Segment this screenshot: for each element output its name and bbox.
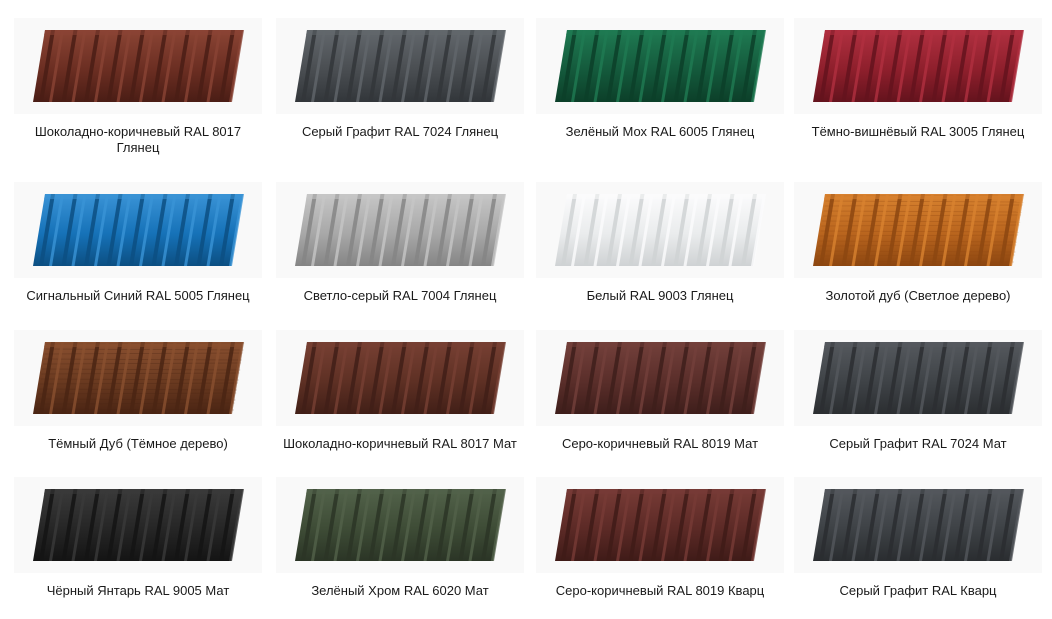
product-card[interactable]: Серо-коричневый RAL 8019 Кварц bbox=[536, 477, 784, 599]
product-card[interactable]: Тёмный Дуб (Тёмное дерево) bbox=[14, 330, 262, 452]
product-card[interactable]: Чёрный Янтарь RAL 9005 Мат bbox=[14, 477, 262, 599]
profile-sheet-image bbox=[33, 194, 244, 266]
product-caption: Сигнальный Синий RAL 5005 Глянец bbox=[26, 288, 250, 303]
profile-sheet-image bbox=[295, 342, 506, 414]
product-thumbnail[interactable] bbox=[276, 330, 524, 426]
product-card[interactable]: Зелёный Мох RAL 6005 Глянец bbox=[536, 18, 784, 140]
product-thumbnail[interactable] bbox=[794, 182, 1042, 278]
product-caption: Чёрный Янтарь RAL 9005 Мат bbox=[46, 583, 230, 598]
profile-sheet-image bbox=[813, 194, 1025, 266]
profile-sheet-image bbox=[813, 342, 1024, 414]
product-thumbnail[interactable] bbox=[536, 182, 784, 278]
product-thumbnail[interactable] bbox=[794, 477, 1042, 573]
profile-sheet-image bbox=[33, 30, 244, 102]
product-thumbnail[interactable] bbox=[276, 18, 524, 114]
product-card[interactable]: Зелёный Хром RAL 6020 Мат bbox=[276, 477, 524, 599]
product-caption: Серо-коричневый RAL 8019 Кварц bbox=[555, 583, 765, 598]
product-thumbnail[interactable] bbox=[536, 477, 784, 573]
profile-sheet-image bbox=[813, 30, 1024, 102]
product-card[interactable]: Тёмно-вишнёвый RAL 3005 Глянец bbox=[794, 18, 1042, 140]
product-caption: Серо-коричневый RAL 8019 Мат bbox=[561, 436, 759, 451]
product-caption: Серый Графит RAL Кварц bbox=[839, 583, 997, 598]
product-card[interactable]: Серый Графит RAL Кварц bbox=[794, 477, 1042, 599]
product-caption: Тёмно-вишнёвый RAL 3005 Глянец bbox=[811, 124, 1025, 139]
product-card[interactable]: Сигнальный Синий RAL 5005 Глянец bbox=[14, 182, 262, 304]
product-card[interactable]: Серо-коричневый RAL 8019 Мат bbox=[536, 330, 784, 452]
product-caption: Светло-серый RAL 7004 Глянец bbox=[303, 288, 497, 303]
product-grid: Шоколадно-коричневый RAL 8017 Глянец Серы… bbox=[0, 0, 1052, 619]
product-thumbnail[interactable] bbox=[14, 477, 262, 573]
profile-sheet-image bbox=[33, 489, 244, 561]
product-caption: Тёмный Дуб (Тёмное дерево) bbox=[48, 436, 228, 451]
product-caption: Зелёный Мох RAL 6005 Глянец bbox=[565, 124, 755, 139]
product-thumbnail[interactable] bbox=[14, 182, 262, 278]
product-card[interactable]: Серый Графит RAL 7024 Мат bbox=[794, 330, 1042, 452]
product-thumbnail[interactable] bbox=[14, 330, 262, 426]
profile-sheet-image bbox=[555, 194, 766, 266]
product-card[interactable]: Шоколадно-коричневый RAL 8017 Глянец bbox=[14, 18, 262, 156]
product-thumbnail[interactable] bbox=[276, 182, 524, 278]
product-thumbnail[interactable] bbox=[794, 330, 1042, 426]
product-caption: Шоколадно-коричневый RAL 8017 Глянец bbox=[34, 124, 242, 155]
profile-sheet-image bbox=[813, 489, 1024, 561]
product-card[interactable]: Шоколадно-коричневый RAL 8017 Мат bbox=[276, 330, 524, 452]
product-caption: Зелёный Хром RAL 6020 Мат bbox=[311, 583, 489, 598]
product-caption: Шоколадно-коричневый RAL 8017 Мат bbox=[283, 436, 517, 451]
product-caption: Белый RAL 9003 Глянец bbox=[586, 288, 734, 303]
product-caption: Серый Графит RAL 7024 Глянец bbox=[301, 124, 499, 139]
product-caption: Серый Графит RAL 7024 Мат bbox=[829, 436, 1007, 451]
product-card[interactable]: Золотой дуб (Светлое дерево) bbox=[794, 182, 1042, 304]
profile-sheet-image bbox=[33, 342, 245, 414]
product-thumbnail[interactable] bbox=[14, 18, 262, 114]
product-thumbnail[interactable] bbox=[536, 330, 784, 426]
profile-sheet-image bbox=[295, 30, 506, 102]
profile-sheet-image bbox=[295, 194, 506, 266]
profile-sheet-image bbox=[555, 342, 766, 414]
product-card[interactable]: Светло-серый RAL 7004 Глянец bbox=[276, 182, 524, 304]
profile-sheet-image bbox=[295, 489, 506, 561]
product-thumbnail[interactable] bbox=[276, 477, 524, 573]
profile-sheet-image bbox=[555, 30, 766, 102]
product-card[interactable]: Белый RAL 9003 Глянец bbox=[536, 182, 784, 304]
profile-sheet-image bbox=[555, 489, 766, 561]
product-card[interactable]: Серый Графит RAL 7024 Глянец bbox=[276, 18, 524, 140]
product-thumbnail[interactable] bbox=[794, 18, 1042, 114]
product-thumbnail[interactable] bbox=[536, 18, 784, 114]
product-caption: Золотой дуб (Светлое дерево) bbox=[825, 288, 1011, 303]
